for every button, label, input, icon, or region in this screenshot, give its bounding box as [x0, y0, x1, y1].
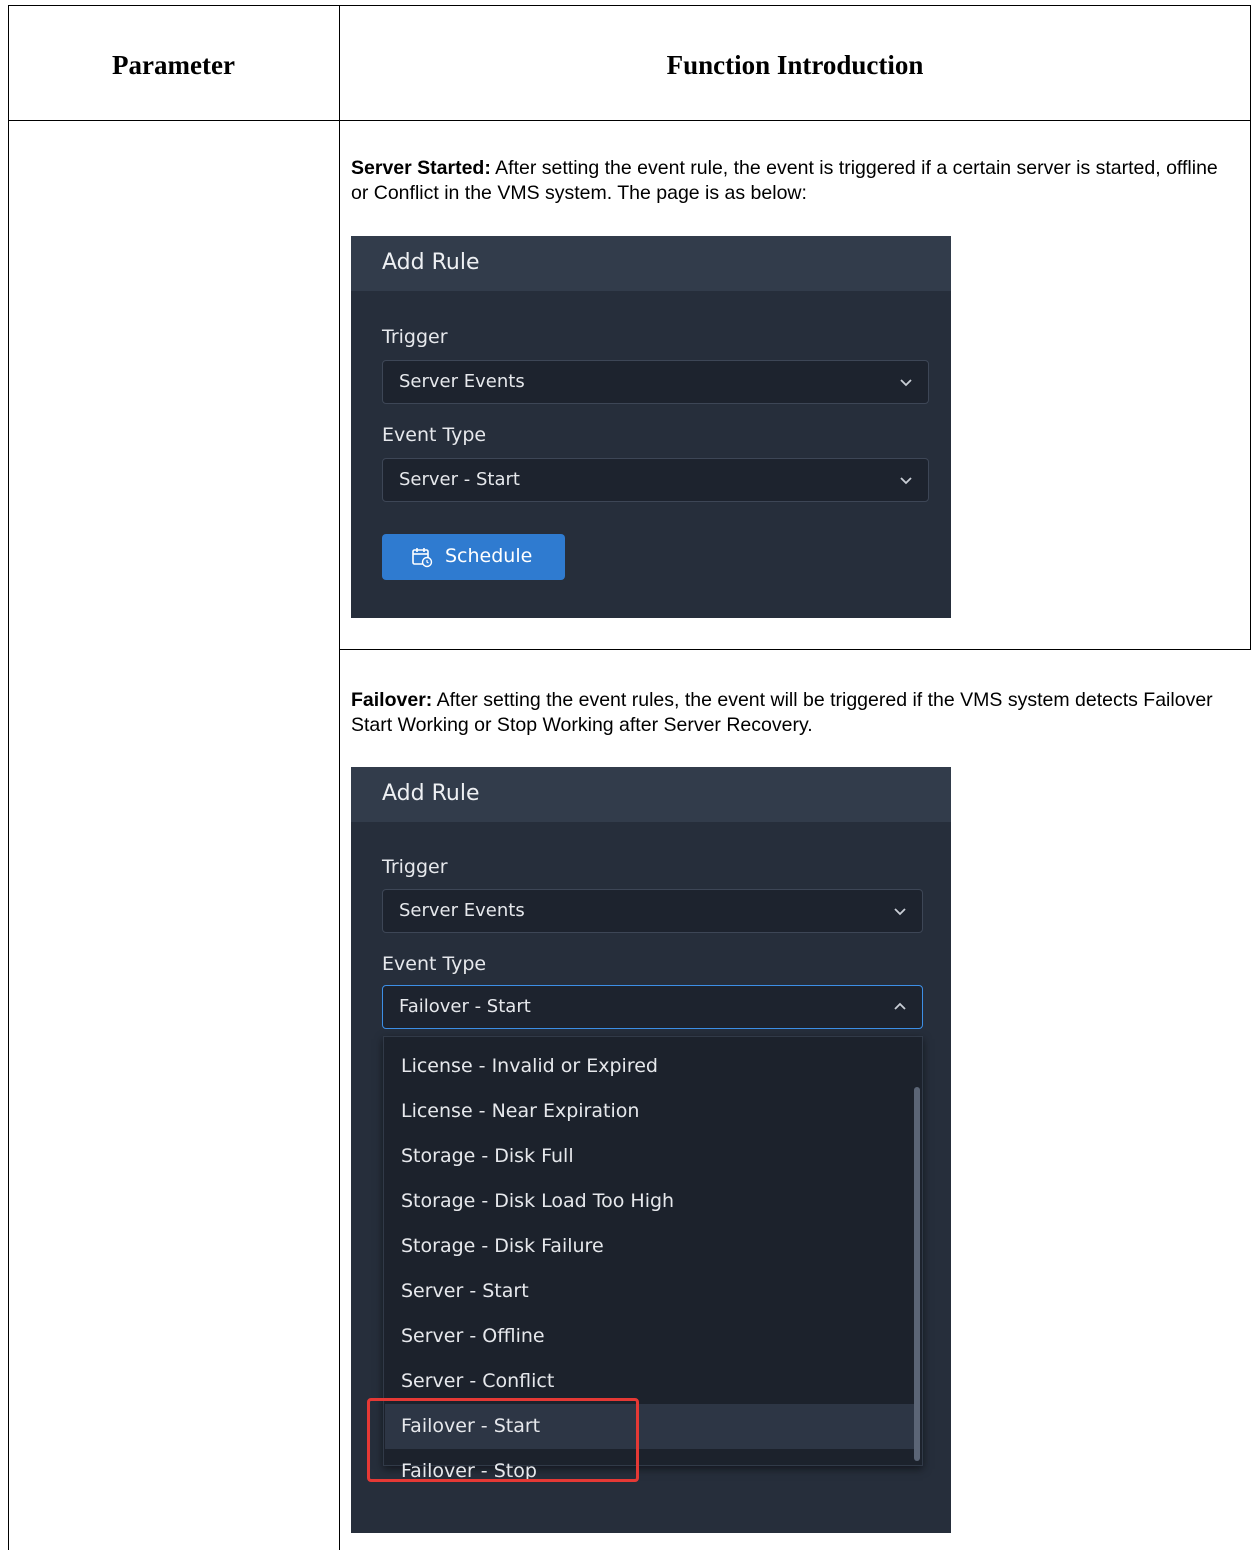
- event-type-select-value: Failover - Start: [399, 996, 531, 1017]
- trigger-label: Trigger: [382, 326, 448, 348]
- dropdown-scrollbar[interactable]: [914, 1087, 920, 1461]
- dropdown-option[interactable]: Storage - Disk Load Too High: [385, 1179, 914, 1224]
- dropdown-option[interactable]: Storage - Disk Full: [385, 1134, 914, 1179]
- trigger-select[interactable]: Server Events: [382, 889, 923, 933]
- failover-text: After setting the event rules, the event…: [351, 689, 1213, 736]
- server-started-term: Server Started:: [351, 157, 491, 179]
- chevron-down-icon: [900, 379, 912, 387]
- table-row-divider: [339, 649, 1251, 650]
- dropdown-option[interactable]: Server - Offline: [385, 1314, 914, 1359]
- dialog-header: Add Rule: [351, 236, 951, 291]
- dialog-header: Add Rule: [351, 767, 951, 822]
- server-started-description: Server Started: After setting the event …: [351, 156, 1231, 206]
- header-parameter: Parameter: [112, 50, 235, 80]
- schedule-button[interactable]: Schedule: [382, 534, 565, 580]
- event-type-select[interactable]: Server - Start: [382, 458, 929, 502]
- add-rule-dialog-server-start: Add Rule Trigger Server Events Event Typ…: [351, 236, 951, 618]
- dropdown-option[interactable]: License - Near Expiration: [385, 1089, 914, 1134]
- table-border-top: [8, 5, 1251, 6]
- chevron-up-icon: [894, 1002, 906, 1010]
- event-type-label: Event Type: [382, 424, 487, 446]
- chevron-down-icon: [894, 908, 906, 916]
- event-type-select-open[interactable]: Failover - Start: [382, 985, 923, 1029]
- dropdown-option[interactable]: License - Invalid or Expired: [385, 1044, 914, 1089]
- failover-description: Failover: After setting the event rules,…: [351, 688, 1231, 738]
- schedule-button-label: Schedule: [445, 545, 533, 567]
- dropdown-option[interactable]: Server - Start: [385, 1269, 914, 1314]
- event-type-select-value: Server - Start: [399, 469, 520, 490]
- table-header-divider: [8, 120, 1251, 121]
- failover-term: Failover:: [351, 689, 433, 711]
- dialog-title: Add Rule: [382, 250, 480, 275]
- table-border-left: [8, 5, 9, 1550]
- failover-options-highlight-box: [367, 1398, 639, 1482]
- header-function-introduction: Function Introduction: [666, 50, 924, 80]
- trigger-select-value: Server Events: [399, 900, 525, 921]
- event-type-label: Event Type: [382, 953, 487, 975]
- table-divider-column: [339, 5, 340, 1550]
- dropdown-option[interactable]: Storage - Disk Failure: [385, 1224, 914, 1269]
- trigger-select-value: Server Events: [399, 371, 525, 392]
- dialog-title: Add Rule: [382, 781, 480, 806]
- trigger-select[interactable]: Server Events: [382, 360, 929, 404]
- calendar-clock-icon: [412, 548, 433, 568]
- chevron-down-icon: [900, 477, 912, 485]
- trigger-label: Trigger: [382, 856, 448, 878]
